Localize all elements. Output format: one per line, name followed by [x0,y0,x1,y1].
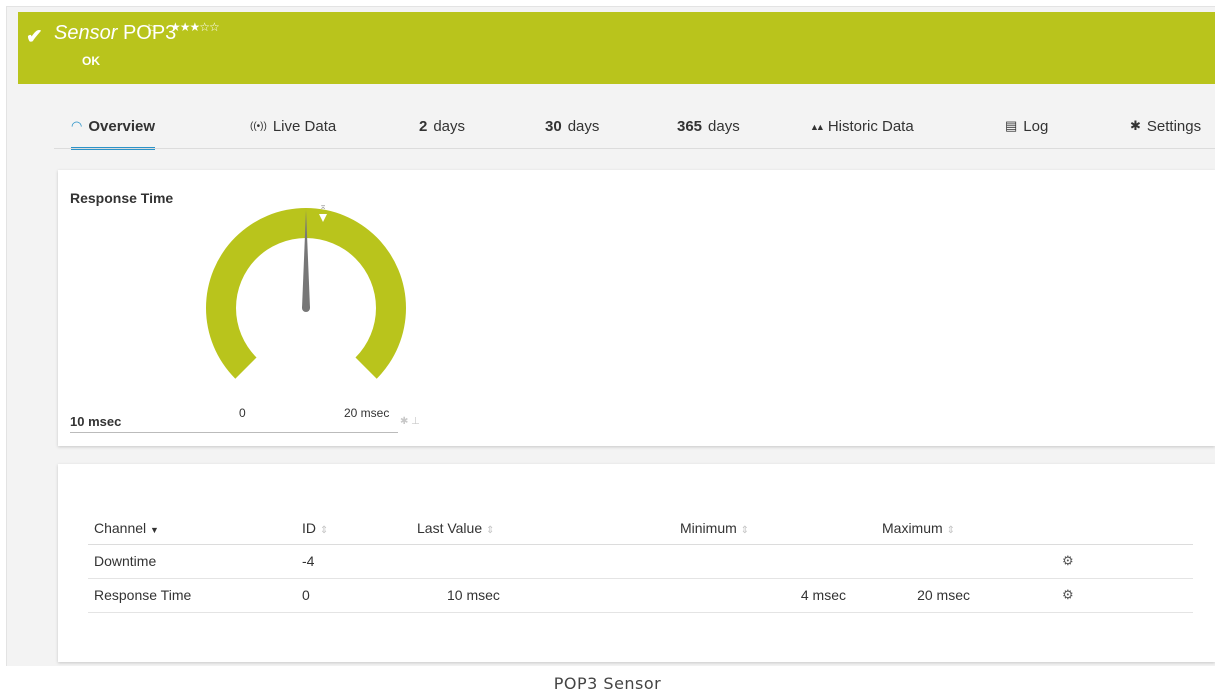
tab-divider [54,148,1215,149]
log-icon: ▤ [1005,118,1018,133]
pin-icon[interactable]: ⊥ [411,416,420,427]
tab-365-days[interactable]: 365 days [677,118,740,150]
flag-icon[interactable]: ⚐ [146,22,158,38]
sensor-header: ✔ Sensor POP3 ⚐ ★★★☆☆ OK [18,12,1215,84]
cell-last-value [411,544,674,579]
channel-table: Channel ▼ ID ⇕ Last Value ⇕ Minimum ⇕ Ma… [88,512,1193,613]
tab-live-data[interactable]: ((•)) Live Data [250,118,336,150]
sensor-title: Sensor POP3 [54,22,177,44]
gauge-divider [70,432,398,433]
gear-icon[interactable]: ✱ [400,416,408,427]
column-header-channel[interactable]: Channel ▼ [88,512,296,545]
sort-icon: ⇕ [319,524,329,536]
channel-table-panel: Channel ▼ ID ⇕ Last Value ⇕ Minimum ⇕ Ma… [58,464,1215,662]
gear-icon: ✱ [1130,118,1141,133]
tab-bar: ◠ Overview ((•)) Live Data 2 days 30 day… [18,84,1215,162]
sort-icon: ⇕ [946,524,955,536]
column-header-actions [1056,512,1193,545]
live-signal-icon: ((•)) [250,121,267,132]
sort-icon: ⇕ [740,524,750,536]
table-row[interactable]: Downtime -4 ⚙ [88,544,1193,579]
tab-historic-data[interactable]: ▲▲ Historic Data [810,118,914,150]
gauge-icon: ◠ [71,118,83,133]
figure-caption: POP3 Sensor [553,674,662,693]
sort-icon: ⇕ [486,524,495,536]
cell-minimum [674,544,876,579]
cell-last-value: 10 msec [411,578,674,613]
column-header-minimum[interactable]: Minimum ⇕ [674,512,876,545]
channel-settings-icon[interactable]: ⚙ [1056,578,1193,613]
gauge-min-label: 0 [239,406,246,420]
gauge-needle-cap [302,304,310,312]
status-text: OK [82,54,100,68]
cell-channel[interactable]: Downtime [88,544,296,579]
gauge-title: Response Time [70,190,174,206]
gauge-panel: Response Time ⌅ 10 msec 0 20 msec ✱ ⊥ [58,170,1215,446]
tab-2-days[interactable]: 2 days [419,118,465,150]
area-chart-icon: ▲▲ [810,122,825,132]
response-time-gauge: ⌅ [206,202,406,379]
check-icon: ✔ [26,26,43,48]
column-header-maximum[interactable]: Maximum ⇕ [876,512,1056,545]
cell-maximum: 20 msec [876,578,1056,613]
cell-channel[interactable]: Response Time [88,578,296,613]
tab-overview[interactable]: ◠ Overview [71,118,156,150]
tab-log[interactable]: ▤ Log [1005,118,1048,150]
cell-id: -4 [296,544,411,579]
column-header-id[interactable]: ID ⇕ [296,512,411,545]
cell-minimum: 4 msec [674,578,876,613]
tab-settings[interactable]: ✱ Settings [1130,118,1201,150]
column-header-last-value[interactable]: Last Value ⇕ [411,512,674,545]
cell-id: 0 [296,578,411,613]
table-header-row: Channel ▼ ID ⇕ Last Value ⇕ Minimum ⇕ Ma… [88,512,1193,545]
cell-maximum [876,544,1056,579]
gauge-max-label: 20 msec [344,406,390,420]
channel-settings-icon[interactable]: ⚙ [1056,544,1193,579]
priority-stars[interactable]: ★★★☆☆ [170,20,220,34]
tab-30-days[interactable]: 30 days [545,118,599,150]
sort-desc-icon: ▼ [150,524,159,535]
table-row[interactable]: Response Time 0 10 msec 4 msec 20 msec ⚙ [88,578,1193,613]
gauge-tools[interactable]: ✱ ⊥ [400,416,420,427]
gauge-marker-glyph: ⌅ [319,202,327,212]
gauge-value: 10 msec [70,414,122,429]
